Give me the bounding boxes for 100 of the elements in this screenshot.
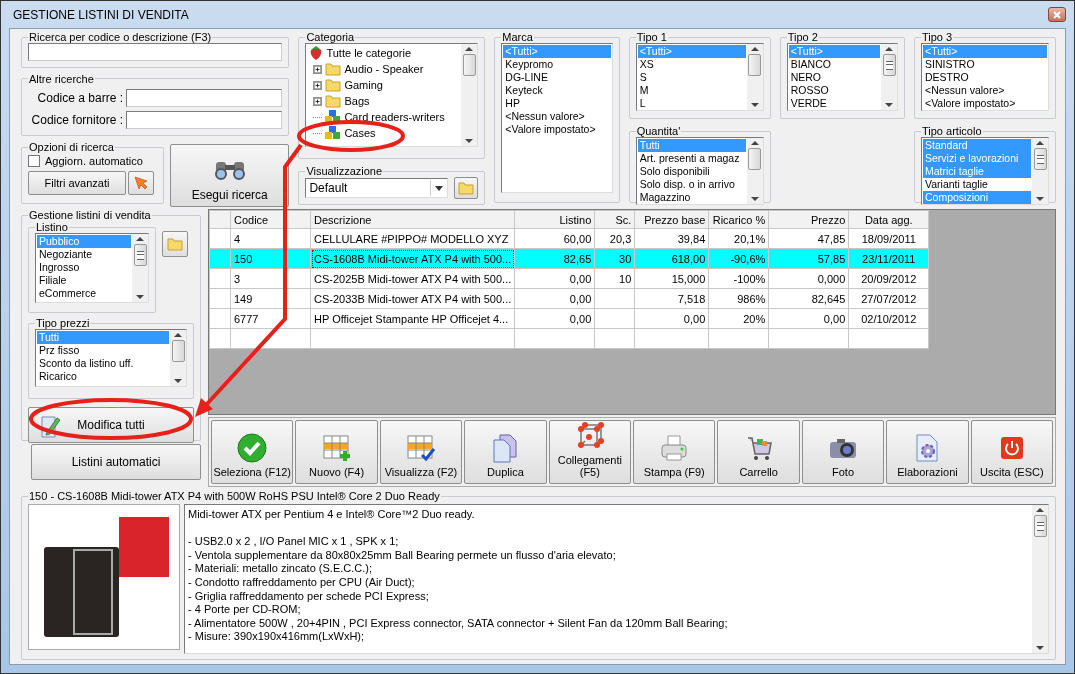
list-item[interactable]: ROSSO xyxy=(788,84,880,97)
expand-icon[interactable] xyxy=(313,80,323,90)
list-item[interactable]: <Nessun valore> xyxy=(923,84,1047,97)
list-item[interactable]: Magazzino xyxy=(637,191,746,204)
list-item[interactable]: <Valore impostato> xyxy=(923,97,1047,110)
table-cell: 149 xyxy=(230,288,311,309)
folder-button[interactable] xyxy=(454,177,479,199)
toolbar-button[interactable]: Duplica xyxy=(464,420,547,484)
group-label: Altre ricerche xyxy=(28,72,95,85)
toolbar-button[interactable]: Carrello xyxy=(717,420,800,484)
column-header[interactable]: Prezzo xyxy=(768,210,849,229)
input-field[interactable] xyxy=(126,88,283,107)
toolbar-button[interactable]: Stampa (F9) xyxy=(633,420,716,484)
scrollbar[interactable] xyxy=(881,44,897,110)
tree-item[interactable]: Bags xyxy=(309,93,459,109)
list-item[interactable]: Keypromo xyxy=(503,58,611,71)
checkbox[interactable] xyxy=(28,155,40,167)
column-header[interactable]: Prezzo base xyxy=(634,210,709,229)
list-item[interactable]: S xyxy=(637,71,746,84)
folder-button[interactable] xyxy=(162,231,188,257)
list-item[interactable]: Varianti taglie xyxy=(923,178,1031,191)
toolbar-button[interactable]: Elaborazioni xyxy=(886,420,969,484)
table-cell: 0,00 xyxy=(514,288,595,309)
scrollbar[interactable] xyxy=(746,138,763,204)
input-field[interactable] xyxy=(126,110,283,129)
list-item[interactable]: DG-LINE xyxy=(503,71,611,84)
tree-item[interactable]: Audio - Speaker xyxy=(309,61,459,77)
table-cell: 0,00 xyxy=(768,308,849,329)
close-button[interactable] xyxy=(1048,7,1066,22)
list-item[interactable]: L xyxy=(637,97,746,110)
table-cell: 47,85 xyxy=(768,228,849,249)
column-header[interactable]: Descrizione xyxy=(310,210,515,229)
group-label: Tipo articolo xyxy=(921,125,983,137)
tree-item[interactable]: Tutte le categorie xyxy=(309,45,459,61)
scrollbar[interactable] xyxy=(746,44,763,110)
list-item[interactable]: Keyteck xyxy=(503,84,611,97)
tree-item[interactable]: Gaming xyxy=(309,77,459,93)
toolbar-button[interactable]: Seleziona (F12) xyxy=(211,420,294,484)
list-item[interactable]: Prz fisso xyxy=(37,344,169,357)
column-header[interactable]: Sc. xyxy=(594,210,635,229)
list-item[interactable]: Negoziante xyxy=(37,248,131,261)
description-box[interactable] xyxy=(184,504,1049,654)
scrollbar[interactable] xyxy=(170,330,186,386)
folder-icon xyxy=(325,62,342,76)
toolbar-button[interactable]: Uscita (ESC) xyxy=(970,420,1054,484)
column-header[interactable]: Codice xyxy=(230,210,311,229)
list-item[interactable]: VERDE xyxy=(788,97,880,110)
field-label: Codice fornitore : xyxy=(30,112,123,127)
list-item[interactable]: HP xyxy=(503,97,611,110)
table-cell: 0,00 xyxy=(514,308,595,329)
advanced-filters-button[interactable]: Filtri avanzati xyxy=(28,171,126,195)
table-cell: 3 xyxy=(230,268,311,289)
toolbar-button[interactable]: Foto xyxy=(801,420,885,484)
table-row[interactable]: 4 CELLULARE #PIPPO# MODELLO XYZ 60,00 20,3 39,84 20,1% 47,85 18/09/2011 xyxy=(209,228,929,249)
toolbar-button[interactable]: Collegamenti (F5) xyxy=(548,420,632,484)
list-item[interactable]: XS xyxy=(637,58,746,71)
scrollbar[interactable] xyxy=(461,44,478,146)
tree-item[interactable]: Card readers-writers xyxy=(309,109,459,125)
list-item[interactable]: Ricarico xyxy=(37,370,169,383)
folder-icon xyxy=(325,78,342,92)
search-button[interactable]: Esegui ricerca xyxy=(170,144,290,207)
dropdown-arrow-icon[interactable] xyxy=(435,185,444,191)
tree-item[interactable]: Cases xyxy=(309,125,459,141)
blocks-icon xyxy=(325,110,342,124)
table-row[interactable]: 6777 HP Officejet Stampante HP Officejet 4... 0,00 0,00 20% 0,00 02/10/2012 xyxy=(209,308,929,329)
auto-lists-button[interactable]: Listini automatici xyxy=(31,444,201,480)
list-item[interactable]: Solo disponibili xyxy=(637,165,746,178)
list-item[interactable]: <Nessun valore> xyxy=(503,110,611,123)
list-item[interactable]: <Valore impostato> xyxy=(503,123,611,136)
list-item[interactable]: SINISTRO xyxy=(923,58,1047,71)
list-item[interactable]: Filiale xyxy=(37,274,131,287)
group-label: Listino xyxy=(35,221,69,233)
column-header[interactable]: Ricarico % xyxy=(708,210,769,229)
list-item[interactable]: eCommerce xyxy=(37,287,131,300)
search-field[interactable] xyxy=(28,43,283,61)
view-dropdown[interactable]: Default xyxy=(305,178,449,198)
list-item[interactable]: M xyxy=(637,84,746,97)
list-item[interactable]: BIANCO xyxy=(788,58,880,71)
table-row[interactable]: 150 CS-1608B Midi-tower ATX P4 with 500... 82,65 30 618,00 -90,6% 57,85 23/11/2011 xyxy=(209,248,929,269)
list-item[interactable]: Sconto da listino uff. xyxy=(37,357,169,370)
toolbar-button[interactable]: Nuovo (F4) xyxy=(295,420,378,484)
folder-icon xyxy=(325,94,342,108)
column-header[interactable]: Data agg. xyxy=(848,210,929,229)
scrollbar[interactable] xyxy=(132,234,148,302)
table-row[interactable]: 149 CS-2033B Midi-tower ATX P4 with 500... 0,00 7,518 986% 82,645 27/07/2012 xyxy=(209,288,929,309)
toolbar-button[interactable]: Visualizza (F2) xyxy=(379,420,463,484)
scrollbar[interactable] xyxy=(1032,505,1048,653)
filter-arrow-button[interactable] xyxy=(128,171,154,195)
list-item[interactable]: NERO xyxy=(788,71,880,84)
column-header[interactable]: Listino xyxy=(514,210,595,229)
list-item[interactable]: Solo disp. o in arrivo xyxy=(637,178,746,191)
list-item[interactable]: Art. presenti a magaz xyxy=(637,152,746,165)
expand-icon[interactable] xyxy=(313,64,323,74)
table-cell: 986% xyxy=(708,288,769,309)
expand-icon[interactable] xyxy=(313,96,323,106)
list-item[interactable]: DESTRO xyxy=(923,71,1047,84)
list-item[interactable]: Ingrosso xyxy=(37,261,131,274)
arrow-icon xyxy=(134,176,148,190)
scrollbar[interactable] xyxy=(1032,138,1048,204)
table-row[interactable]: 3 CS-2025B Midi-tower ATX P4 with 500... 0,00 10 15,000 -100% 0,000 20/09/2012 xyxy=(209,268,929,289)
